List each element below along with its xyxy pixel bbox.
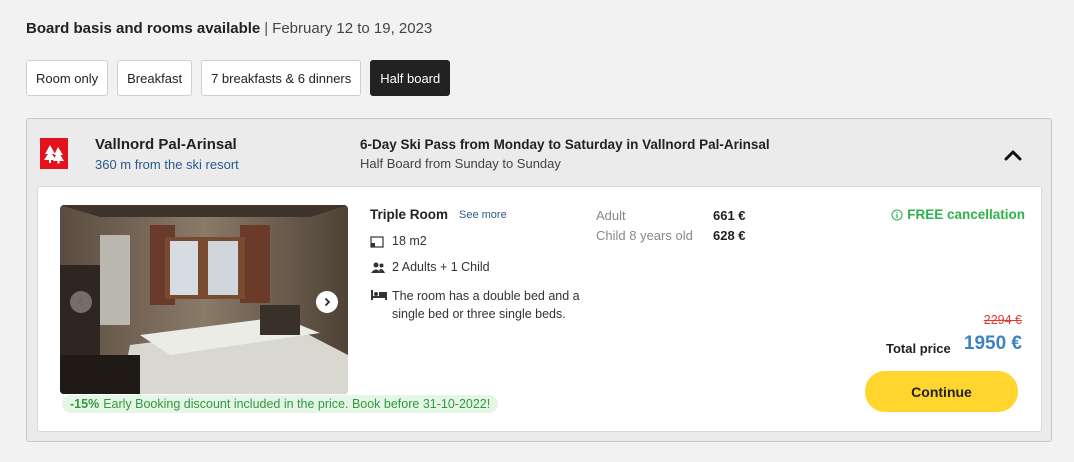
filter-breakfast[interactable]: Breakfast — [117, 60, 193, 96]
see-more-link[interactable]: See more — [459, 209, 507, 221]
collapse-button[interactable] — [1001, 145, 1025, 165]
ski-pass-subtitle: Half Board from Sunday to Sunday — [360, 156, 561, 171]
free-cancellation: FREE cancellation — [891, 207, 1025, 222]
room-photo[interactable] — [60, 205, 348, 394]
room-beds: The room has a double bed and a single b… — [370, 287, 590, 323]
chevron-up-icon — [1004, 150, 1022, 161]
photo-prev-button[interactable] — [70, 291, 92, 313]
heading-dates: February 12 to 19, 2023 — [272, 20, 433, 37]
room-size-text: 18 m2 — [392, 234, 427, 248]
free-cancellation-text: FREE cancellation — [907, 207, 1025, 222]
price-value-adult: 661 € — [713, 208, 746, 223]
resort-panel: Vallnord Pal-Arinsal 360 m from the ski … — [26, 118, 1052, 442]
board-filter-group: Room only Breakfast 7 breakfasts & 6 din… — [26, 60, 451, 96]
trees-icon — [44, 144, 64, 163]
room-size: 18 m2 — [370, 234, 427, 250]
discount-text: Early Booking discount included in the p… — [103, 397, 491, 411]
price-value-child: 628 € — [713, 228, 746, 243]
info-icon — [891, 208, 903, 221]
filter-room-only[interactable]: Room only — [26, 60, 109, 96]
ski-pass-title: 6-Day Ski Pass from Monday to Saturday i… — [360, 137, 770, 152]
total-price-value: 1950 € — [963, 333, 1022, 354]
room-occupancy-text: 2 Adults + 1 Child — [392, 260, 490, 274]
room-occupancy: 2 Adults + 1 Child — [370, 260, 490, 276]
continue-button[interactable]: Continue — [865, 371, 1018, 412]
page-heading: Board basis and rooms available | February… — [26, 20, 432, 37]
discount-percent: -15% — [70, 397, 100, 411]
heading-separator: | — [264, 20, 269, 37]
discount-badge: -15% Early Booking discount included in t… — [62, 395, 499, 413]
people-icon — [370, 260, 392, 276]
room-beds-text: The room has a double bed and a single b… — [392, 289, 580, 321]
room-name: Triple Room — [370, 207, 449, 222]
total-price-label: Total price — [886, 341, 951, 356]
resort-logo — [40, 138, 68, 169]
filter-half-board[interactable]: Half board — [370, 60, 451, 96]
photo-next-button[interactable] — [316, 291, 338, 313]
original-price: 2294 € — [983, 313, 1022, 327]
resort-name: Vallnord Pal-Arinsal — [95, 136, 237, 153]
room-size-icon — [370, 234, 392, 250]
chevron-right-icon — [324, 297, 331, 307]
filter-breakfasts-dinners[interactable]: 7 breakfasts & 6 dinners — [201, 60, 362, 96]
chevron-left-icon — [77, 297, 84, 307]
price-label-adult: Adult — [596, 208, 626, 223]
room-card: -15% Early Booking discount included in t… — [37, 186, 1042, 432]
resort-distance: 360 m from the ski resort — [95, 157, 239, 172]
price-label-child: Child 8 years old — [596, 228, 693, 243]
bed-icon — [370, 287, 392, 303]
heading-title: Board basis and rooms available — [26, 20, 261, 37]
